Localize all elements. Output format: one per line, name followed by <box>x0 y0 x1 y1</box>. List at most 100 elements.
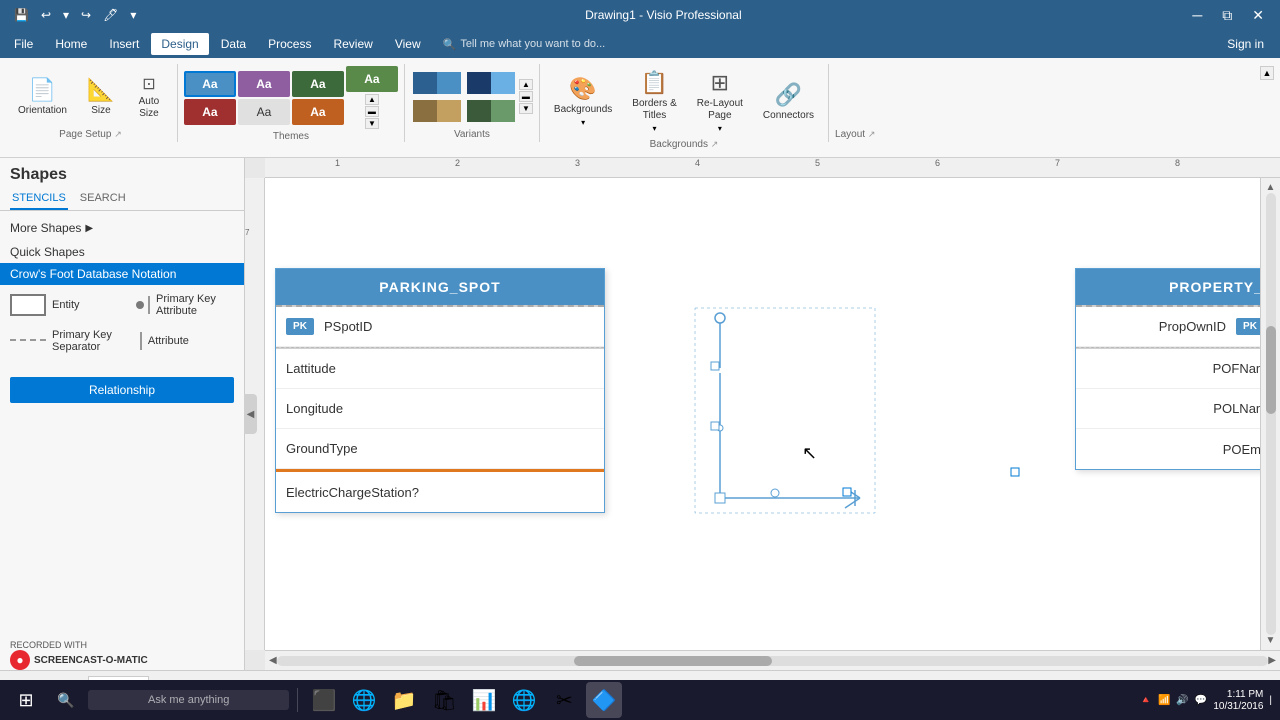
stencil-header[interactable]: Crow's Foot Database Notation <box>0 263 244 285</box>
theme-swatch-3[interactable]: Aa <box>292 71 344 97</box>
variant-swatch-3[interactable] <box>411 98 463 124</box>
connectors-button[interactable]: 🔗 Connectors <box>755 78 822 126</box>
attribute-icon <box>140 332 142 350</box>
taskbar-app-visio[interactable]: 🔷 <box>586 682 622 718</box>
field-groundtype[interactable]: GroundType <box>276 429 604 469</box>
close-button[interactable]: ✕ <box>1246 5 1270 26</box>
menu-view[interactable]: View <box>385 33 431 55</box>
menu-insert[interactable]: Insert <box>99 33 149 55</box>
title-bar: 💾 ↩ ▾ ↪ 🖊 ▾ Drawing1 - Visio Professiona… <box>0 0 1280 30</box>
scroll-left-button[interactable]: ◀ <box>269 655 277 666</box>
taskbar-search[interactable]: Ask me anything <box>88 690 289 710</box>
sign-in-button[interactable]: Sign in <box>1215 37 1276 51</box>
field-electricchargestation[interactable]: ElectricChargeStation? <box>276 472 604 512</box>
taskbar-date: 10/31/2016 <box>1213 701 1263 712</box>
menu-file[interactable]: File <box>4 33 43 55</box>
field-poemail[interactable]: POEmail <box>1076 429 1280 469</box>
collapse-ribbon-button[interactable]: ▲ <box>1260 66 1274 80</box>
menu-process[interactable]: Process <box>258 33 321 55</box>
parking-spot-header: PARKING_SPOT <box>276 269 604 305</box>
theme-swatch-2[interactable]: Aa <box>238 71 290 97</box>
shape-separator[interactable]: Primary KeySeparator Attribute <box>10 329 234 353</box>
menu-data[interactable]: Data <box>211 33 256 55</box>
connector-junction-handle <box>715 493 725 503</box>
variant-swatch-2[interactable] <box>465 70 517 96</box>
variant-swatch-1[interactable] <box>411 70 463 96</box>
taskbar-app-store[interactable]: 🛍 <box>426 682 462 718</box>
separator-icon <box>10 333 46 349</box>
customize-icon[interactable]: 🖊 <box>99 6 122 24</box>
re-layout-page-button[interactable]: ⊞ Re-LayoutPage ▾ <box>689 66 751 137</box>
table-property-c[interactable]: PROPERTY_C PropOwnID PK POFName POLName … <box>1075 268 1280 470</box>
themes-scroll-up[interactable]: ▲ <box>365 94 379 105</box>
variants-scroll-mid[interactable]: ▬ <box>519 91 533 102</box>
menu-design[interactable]: Design <box>151 33 208 55</box>
collapse-panel-button[interactable]: ◀ <box>244 394 257 434</box>
horizontal-scrollbar[interactable]: ◀ ▶ <box>265 650 1280 670</box>
field-pspotid[interactable]: PK PSpotID <box>276 307 604 347</box>
themes-scroll-down[interactable]: ▼ <box>365 118 379 129</box>
taskbar-app-edge[interactable]: 🌐 <box>346 682 382 718</box>
variant-swatch-4[interactable] <box>465 98 517 124</box>
minimize-button[interactable]: ─ <box>1186 5 1208 26</box>
quick-shapes-item[interactable]: Quick Shapes <box>0 241 244 263</box>
ribbon-search[interactable]: 🔍 Tell me what you want to do... <box>443 38 610 51</box>
taskbar-network-icon[interactable]: 📶 <box>1158 695 1170 706</box>
scroll-up-button[interactable]: ▲ <box>1266 182 1276 193</box>
variants-scroll-up[interactable]: ▲ <box>519 79 533 90</box>
theme-swatch-4[interactable]: Aa <box>184 99 236 125</box>
orientation-button[interactable]: 📄 Orientation <box>10 73 75 121</box>
search-button[interactable]: 🔍 <box>48 682 84 718</box>
taskbar-speaker-icon[interactable]: 🔊 <box>1176 695 1188 706</box>
theme-swatch-6[interactable]: Aa <box>292 99 344 125</box>
canvas-area[interactable]: 1 2 3 4 5 6 7 8 7 <box>245 158 1280 670</box>
table-parking-spot[interactable]: PARKING_SPOT PK PSpotID Lattitude Longit… <box>275 268 605 513</box>
taskbar-show-desktop[interactable]: | <box>1269 695 1272 706</box>
more-shapes-item[interactable]: More Shapes ▶ <box>0 215 244 241</box>
backgrounds-button[interactable]: 🎨 Backgrounds ▾ <box>546 72 620 131</box>
menu-home[interactable]: Home <box>45 33 97 55</box>
menu-review[interactable]: Review <box>323 33 382 55</box>
themes-scroll-mid[interactable]: ▬ <box>365 106 379 117</box>
more-shapes-arrow-icon: ▶ <box>85 223 93 234</box>
customize-dropdown-icon[interactable]: ▾ <box>126 6 140 24</box>
scroll-right-button[interactable]: ▶ <box>1268 655 1276 666</box>
field-propownid[interactable]: PropOwnID PK <box>1076 307 1280 347</box>
taskbar-app-snip[interactable]: ✂ <box>546 682 582 718</box>
auto-size-button[interactable]: ⊡ AutoSize <box>127 70 171 124</box>
save-icon[interactable]: 💾 <box>10 6 33 24</box>
field-longitude[interactable]: Longitude <box>276 389 604 429</box>
connector-midpoint <box>717 425 723 431</box>
taskbar-app-taskview[interactable]: ⬛ <box>306 682 342 718</box>
stencil-items: Entity Primary KeyAttribute Primary Key <box>0 285 244 373</box>
undo-dropdown-icon[interactable]: ▾ <box>59 6 73 24</box>
size-button[interactable]: 📐 Size <box>79 73 123 121</box>
taskbar: ⊞ 🔍 Ask me anything ⬛ 🌐 📁 🛍 📊 🌐 ✂ 🔷 🔺 📶 … <box>0 680 1280 720</box>
taskbar-app-explorer[interactable]: 📁 <box>386 682 422 718</box>
scroll-down-button[interactable]: ▼ <box>1266 635 1276 646</box>
theme-swatch-1[interactable]: Aa <box>184 71 236 97</box>
field-lattitude[interactable]: Lattitude <box>276 349 604 389</box>
taskbar-app-ie[interactable]: 🌐 <box>506 682 542 718</box>
taskbar-hidden-icons[interactable]: 🔺 <box>1140 695 1152 706</box>
ruler-top: 1 2 3 4 5 6 7 8 <box>265 158 1280 178</box>
relationship-button[interactable]: Relationship <box>10 377 234 403</box>
field-pofname[interactable]: POFName <box>1076 349 1280 389</box>
theme-swatch-5[interactable]: Aa <box>238 99 290 125</box>
redo-icon[interactable]: ↪ <box>77 6 95 24</box>
theme-swatch-7[interactable]: Aa <box>346 66 398 92</box>
taskbar-app-powerpoint[interactable]: 📊 <box>466 682 502 718</box>
start-button[interactable]: ⊞ <box>8 682 44 718</box>
tab-stencils[interactable]: STENCILS <box>10 188 68 210</box>
borders-titles-button[interactable]: 📋 Borders &Titles ▾ <box>624 66 684 137</box>
maximize-button[interactable]: ⧉ <box>1216 5 1238 26</box>
vertical-scrollbar[interactable]: ▲ ▼ <box>1260 178 1280 650</box>
variants-scroll-down[interactable]: ▼ <box>519 103 533 114</box>
canvas-content[interactable]: PARKING_SPOT PK PSpotID Lattitude Longit… <box>265 178 1280 650</box>
undo-icon[interactable]: ↩ <box>37 6 55 24</box>
tab-search[interactable]: SEARCH <box>78 188 128 210</box>
field-polname[interactable]: POLName <box>1076 389 1280 429</box>
shape-entity[interactable]: Entity Primary KeyAttribute <box>10 293 234 317</box>
taskbar-notification-icon[interactable]: 💬 <box>1195 695 1207 706</box>
window-controls: ─ ⧉ ✕ <box>1186 5 1270 26</box>
